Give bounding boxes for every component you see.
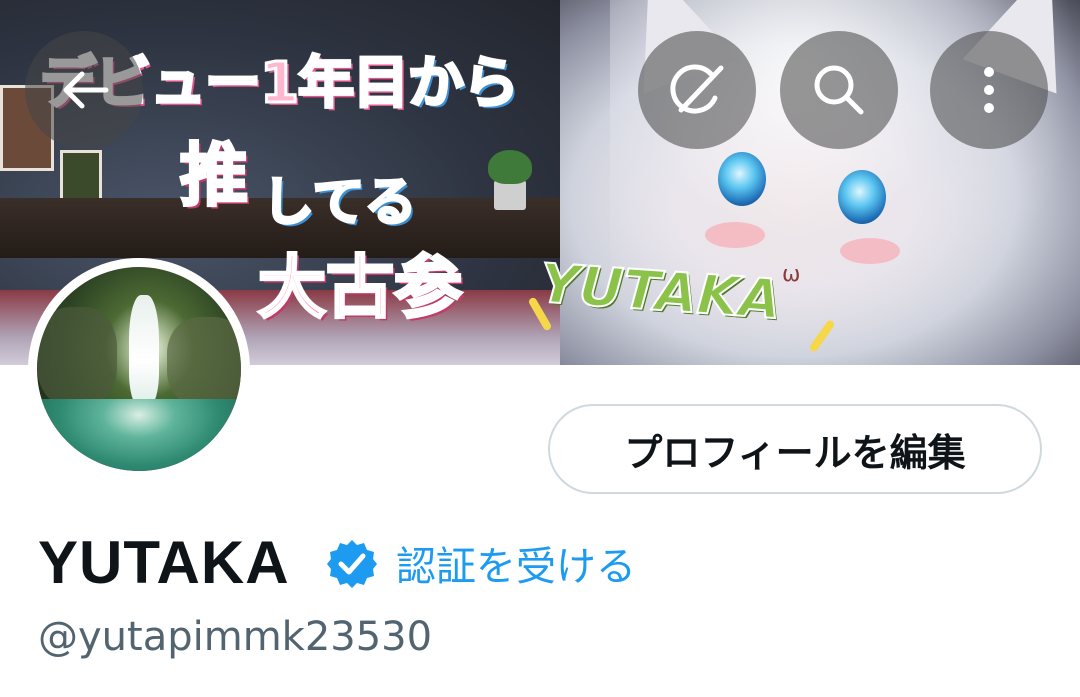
more-options-button[interactable] bbox=[930, 31, 1048, 149]
get-verified-link[interactable]: 認証を受ける bbox=[396, 534, 636, 592]
edit-profile-button[interactable]: プロフィールを編集 bbox=[548, 404, 1042, 494]
grok-icon bbox=[670, 64, 724, 114]
grok-button[interactable] bbox=[638, 31, 756, 149]
display-name: YUTAKA bbox=[38, 529, 290, 596]
banner-wall-picture-small bbox=[60, 150, 102, 204]
banner-text-line2-kanji: 推 bbox=[178, 136, 249, 218]
banner-eye-right bbox=[838, 170, 886, 224]
back-arrow-icon bbox=[63, 71, 109, 109]
banner-text-line2-kana: してる bbox=[260, 172, 417, 235]
back-button[interactable] bbox=[25, 31, 143, 149]
banner-text-line3: 大古参 bbox=[256, 248, 463, 330]
more-vertical-icon bbox=[984, 67, 994, 113]
avatar[interactable] bbox=[28, 258, 250, 480]
avatar-image-waterfall bbox=[37, 267, 241, 471]
search-icon bbox=[814, 65, 864, 115]
search-button[interactable] bbox=[780, 31, 898, 149]
banner-eye-left bbox=[718, 152, 766, 206]
user-handle: @yutapimmk23530 bbox=[38, 614, 433, 660]
banner-plant bbox=[488, 150, 532, 210]
verified-badge-icon[interactable] bbox=[326, 538, 378, 590]
